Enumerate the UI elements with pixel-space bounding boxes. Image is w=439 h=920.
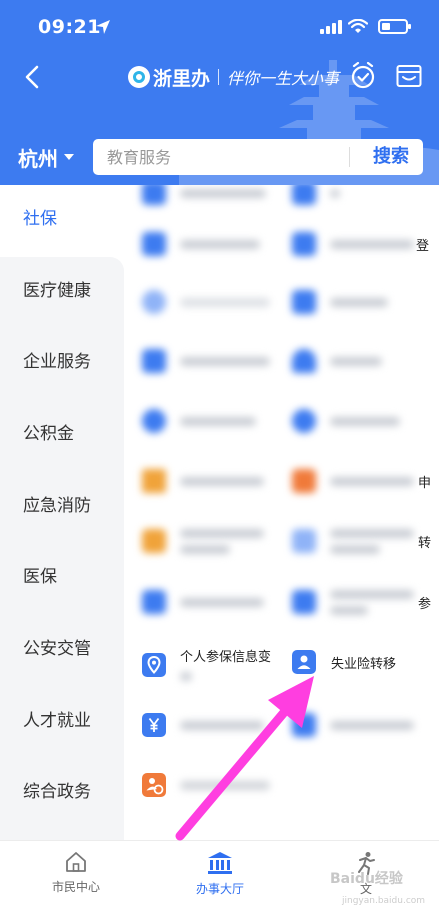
tab-service-hall[interactable]: 办事大厅 <box>170 851 270 897</box>
status-time: 09:21 <box>38 16 101 38</box>
service-item[interactable] <box>142 459 264 503</box>
watermark-text: Baidu经验 <box>330 871 403 887</box>
service-item[interactable]: 申 <box>292 459 431 503</box>
search-button[interactable]: 搜索 <box>359 139 423 175</box>
search-bar: 搜索 <box>93 139 423 175</box>
home-icon <box>66 852 86 872</box>
service-item[interactable] <box>142 703 264 747</box>
service-item[interactable]: 登 <box>292 222 429 266</box>
category-emergency-fire[interactable]: 应急消防 <box>0 481 124 531</box>
category-medical-health[interactable]: 医疗健康 <box>0 266 124 316</box>
tab-citizen-center[interactable]: 市民中心 <box>26 851 126 897</box>
document-icon <box>292 232 316 256</box>
category-social-security[interactable]: 社保 <box>0 194 124 244</box>
edit-document-icon <box>292 469 316 493</box>
document-icon <box>142 590 166 614</box>
wifi-icon <box>348 19 368 33</box>
caret-down-icon <box>64 154 74 160</box>
category-housing-fund[interactable]: 公积金 <box>0 409 124 459</box>
service-item[interactable] <box>142 280 270 324</box>
location-arrow-icon <box>96 20 110 34</box>
brand-divider <box>218 69 220 85</box>
status-bar: 09:21 <box>0 0 439 56</box>
service-item[interactable]: 转 <box>292 519 431 563</box>
service-item[interactable] <box>292 399 400 443</box>
city-selector[interactable]: 杭州 <box>18 143 74 171</box>
service-label: 失业险转移 <box>331 656 397 672</box>
globe-icon <box>142 409 166 433</box>
brand-name: 浙里办 <box>153 67 211 90</box>
alarm-clock-check-icon[interactable] <box>349 62 377 90</box>
service-item[interactable] <box>292 185 340 215</box>
category-public-security-traffic[interactable]: 公安交管 <box>0 624 124 674</box>
service-insurance-info-change[interactable]: 个人参保信息变 <box>142 643 271 687</box>
app-brand: 浙里办 伴你一生大小事 <box>128 62 339 92</box>
service-label-partial: 转 <box>418 535 432 551</box>
tab-label: 市民中心 <box>51 880 100 894</box>
city-name: 杭州 <box>18 146 58 171</box>
id-card-icon <box>292 590 316 614</box>
location-pin-icon <box>142 653 166 677</box>
service-item[interactable] <box>142 580 264 624</box>
service-item[interactable]: 参 <box>292 580 431 624</box>
globe-icon <box>292 409 316 433</box>
back-chevron-icon[interactable] <box>18 62 48 92</box>
category-talent-employment[interactable]: 人才就业 <box>0 696 124 746</box>
service-label-partial: 登 <box>416 238 430 254</box>
document-icon <box>142 185 166 205</box>
service-item[interactable] <box>142 222 260 266</box>
service-label-partial: 参 <box>418 596 432 612</box>
tab-label: 办事大厅 <box>195 882 244 896</box>
people-icon <box>292 349 316 373</box>
app-header: 09:21 浙里办 伴你一生大小事 杭州 教育服务 搜索 <box>0 0 439 185</box>
briefcase-icon <box>142 529 166 553</box>
calendar-icon <box>142 349 166 373</box>
category-general-affairs[interactable]: 综合政务 <box>0 767 124 817</box>
cellular-signal-icon <box>320 20 342 34</box>
government-building-icon <box>208 852 232 874</box>
category-medical-insurance[interactable]: 医保 <box>0 552 124 602</box>
service-label: 个人参保信息变 <box>180 649 272 665</box>
search-input[interactable] <box>107 139 337 175</box>
person-card-icon <box>292 650 316 674</box>
watermark-url: jingyan.baidu.com <box>342 896 426 906</box>
document-icon <box>292 185 316 205</box>
service-item[interactable] <box>292 339 382 383</box>
circle-icon <box>142 290 166 314</box>
document-icon <box>292 290 316 314</box>
service-label-partial: 申 <box>418 475 432 491</box>
service-item[interactable] <box>292 703 414 747</box>
document-icon <box>292 713 316 737</box>
person-refresh-icon <box>142 773 166 797</box>
service-item[interactable] <box>292 280 388 324</box>
category-sidebar: 社保 医疗健康 企业服务 公积金 应急消防 医保 公安交管 人才就业 综合政务 <box>0 185 124 840</box>
service-item[interactable] <box>142 763 270 807</box>
edit-document-icon <box>142 232 166 256</box>
service-item[interactable] <box>142 519 264 563</box>
service-item[interactable] <box>142 399 256 443</box>
battery-icon <box>378 19 411 34</box>
warning-icon <box>142 469 166 493</box>
card-wallet-icon[interactable] <box>396 64 422 88</box>
brand-logo-icon <box>128 66 150 88</box>
transfer-icon <box>292 529 316 553</box>
service-unemployment-transfer[interactable]: 失业险转移 <box>292 640 396 684</box>
category-enterprise-services[interactable]: 企业服务 <box>0 337 124 387</box>
service-item[interactable] <box>142 185 266 215</box>
brand-slogan: 伴你一生大小事 <box>227 69 340 88</box>
search-divider <box>349 147 350 167</box>
service-item[interactable] <box>142 339 270 383</box>
service-grid: 登 申 转 参 个人参保信息变 失业险转移 <box>124 185 439 840</box>
yuan-icon <box>142 713 166 737</box>
